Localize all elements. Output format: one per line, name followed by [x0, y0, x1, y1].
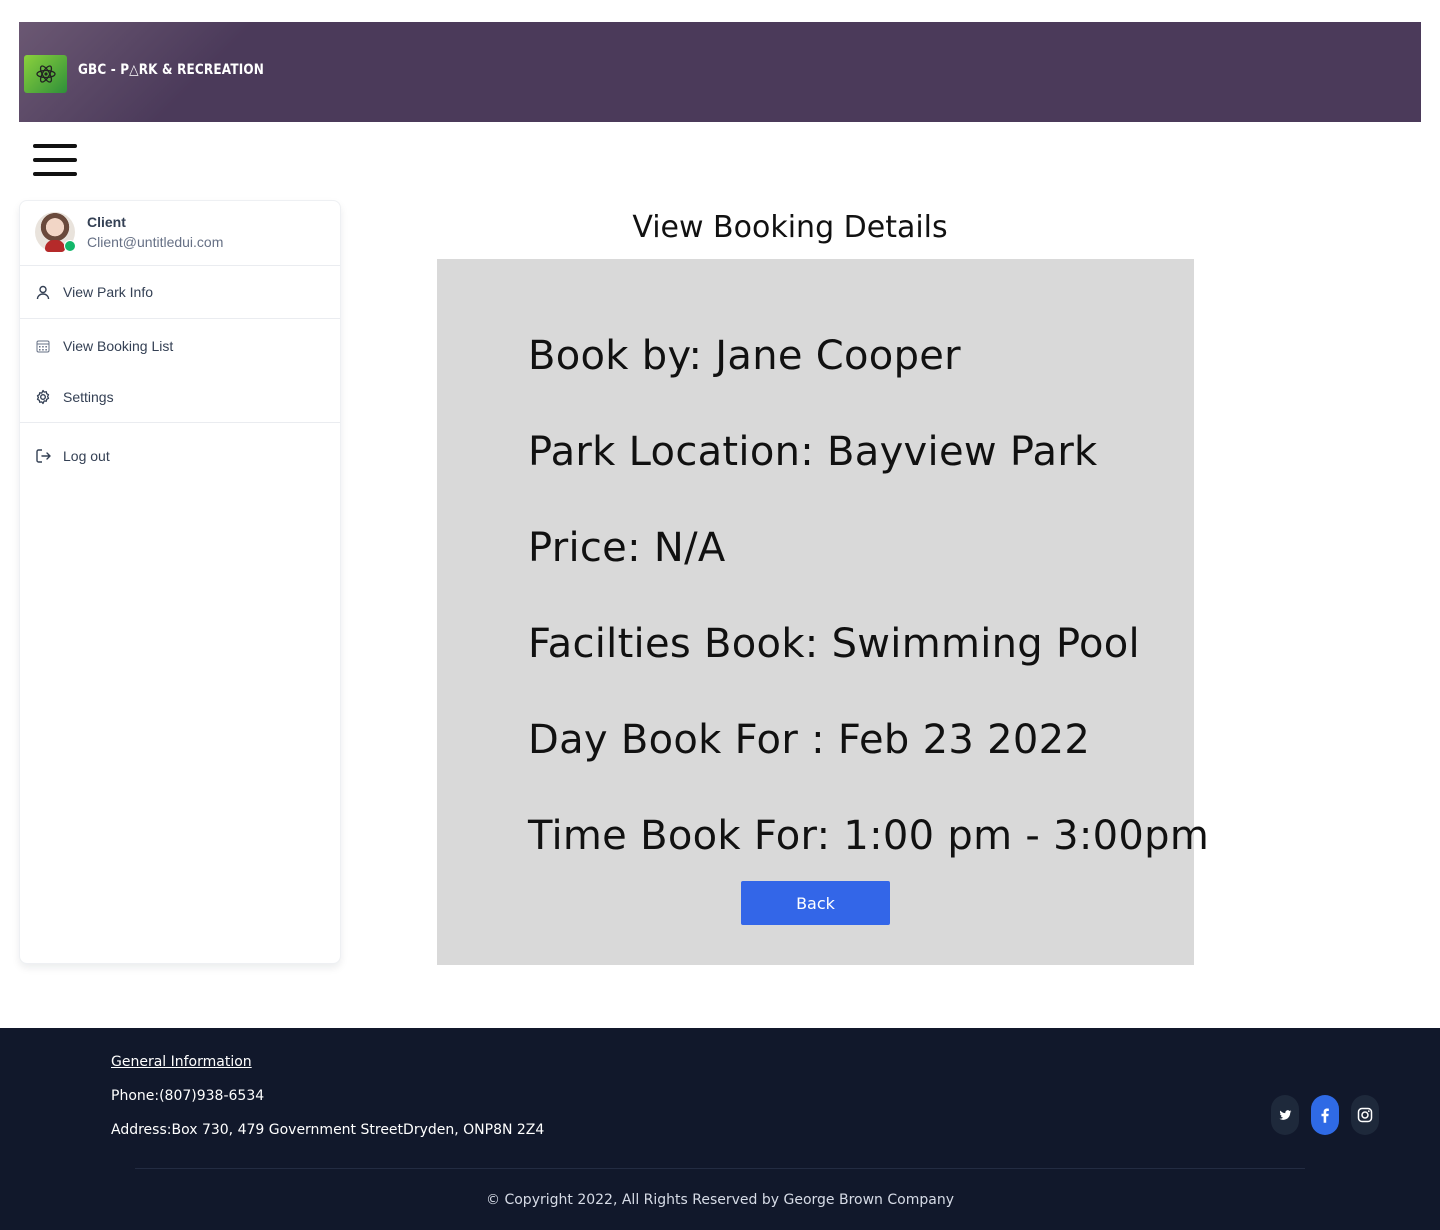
twitter-icon[interactable] [1271, 1095, 1299, 1135]
sidebar-item-label: Settings [63, 389, 114, 405]
footer: General Information Phone:(807)938-6534 … [0, 1028, 1440, 1230]
sidebar: Client Client@untitledui.com View Park I… [19, 200, 341, 964]
sidebar-item-log-out[interactable]: Log out [20, 434, 340, 478]
gear-icon [35, 389, 51, 405]
user-icon [35, 284, 51, 300]
sidebar-item-settings[interactable]: Settings [20, 375, 340, 419]
footer-phone: Phone:(807)938-6534 [111, 1088, 265, 1104]
brand[interactable]: GBC - P△RK & RECREATION [19, 22, 264, 122]
logout-icon [35, 448, 51, 464]
calendar-icon [35, 338, 51, 354]
sidebar-item-label: Log out [63, 448, 110, 464]
detail-price: Price: N/A [528, 525, 726, 571]
sidebar-item-view-booking-list[interactable]: View Booking List [20, 324, 340, 368]
footer-divider [135, 1168, 1305, 1169]
page-title: View Booking Details [632, 210, 948, 245]
footer-address: Address:Box 730, 479 Government StreetDr… [111, 1122, 545, 1138]
back-button[interactable]: Back [741, 881, 890, 925]
sidebar-item-label: View Park Info [63, 284, 154, 300]
header-banner: GBC - P△RK & RECREATION [19, 22, 1421, 122]
footer-heading-link[interactable]: General Information [111, 1054, 252, 1070]
brand-name: GBC - P△RK & RECREATION [78, 62, 265, 78]
facebook-icon[interactable] [1311, 1095, 1339, 1135]
instagram-icon[interactable] [1351, 1095, 1379, 1135]
detail-park-location: Park Location: Bayview Park [528, 429, 1098, 475]
sidebar-item-label: View Booking List [63, 338, 174, 354]
divider [20, 422, 340, 423]
logo-icon [24, 55, 67, 93]
copyright: © Copyright 2022, All Rights Reserved by… [486, 1192, 954, 1208]
detail-time: Time Book For: 1:00 pm - 3:00pm [528, 813, 1210, 859]
detail-day: Day Book For : Feb 23 2022 [528, 717, 1091, 763]
menu-icon[interactable] [33, 144, 77, 178]
detail-booked-by: Book by: Jane Cooper [528, 333, 961, 379]
sidebar-item-view-park-info[interactable]: View Park Info [20, 270, 340, 314]
divider [20, 318, 340, 319]
booking-details-card: Book by: Jane Cooper Park Location: Bayv… [437, 259, 1209, 965]
detail-facilities: Facilties Book: Swimming Pool [528, 621, 1140, 667]
